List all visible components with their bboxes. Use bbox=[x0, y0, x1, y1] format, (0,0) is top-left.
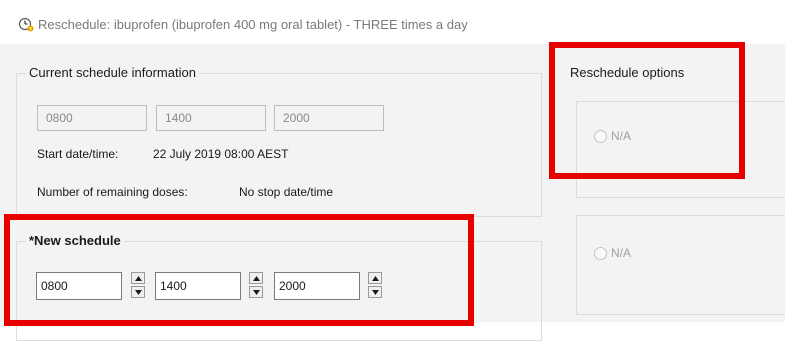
start-datetime-label: Start date/time: bbox=[37, 147, 119, 161]
current-schedule-legend: Current schedule information bbox=[26, 65, 199, 80]
current-time-1: 0800 bbox=[37, 105, 147, 131]
new-time-2-input[interactable] bbox=[155, 272, 241, 300]
reschedule-option-box-1 bbox=[576, 101, 785, 198]
spin-down-icon[interactable] bbox=[368, 286, 382, 298]
remaining-doses-label: Number of remaining doses: bbox=[37, 185, 188, 199]
new-schedule-legend: *New schedule bbox=[26, 233, 124, 248]
reschedule-options-legend: Reschedule options bbox=[567, 65, 688, 80]
window-title: Reschedule: ibuprofen (ibuprofen 400 mg … bbox=[38, 17, 468, 32]
clock-icon bbox=[18, 17, 36, 33]
current-time-3: 2000 bbox=[274, 105, 384, 131]
radio-icon[interactable] bbox=[594, 129, 607, 143]
reschedule-option-1-label: N/A bbox=[611, 129, 632, 143]
new-time-1-spinner[interactable] bbox=[131, 272, 145, 298]
reschedule-option-2[interactable]: N/A bbox=[594, 245, 631, 261]
current-time-2: 1400 bbox=[156, 105, 266, 131]
new-time-1-input[interactable] bbox=[36, 272, 122, 300]
spin-up-icon[interactable] bbox=[368, 272, 382, 284]
new-time-3-input[interactable] bbox=[274, 272, 360, 300]
start-datetime-value: 22 July 2019 08:00 AEST bbox=[153, 147, 289, 161]
radio-icon[interactable] bbox=[594, 246, 607, 260]
spin-down-icon[interactable] bbox=[131, 286, 145, 298]
new-time-2-spinner[interactable] bbox=[249, 272, 263, 298]
spin-up-icon[interactable] bbox=[131, 272, 145, 284]
title-bar: Reschedule: ibuprofen (ibuprofen 400 mg … bbox=[0, 0, 785, 44]
spin-up-icon[interactable] bbox=[249, 272, 263, 284]
new-time-3-spinner[interactable] bbox=[368, 272, 382, 298]
remaining-doses-value: No stop date/time bbox=[239, 185, 334, 199]
spin-down-icon[interactable] bbox=[249, 286, 263, 298]
reschedule-option-2-label: N/A bbox=[611, 246, 632, 260]
reschedule-option-1[interactable]: N/A bbox=[594, 128, 631, 144]
reschedule-option-box-2 bbox=[576, 215, 785, 315]
